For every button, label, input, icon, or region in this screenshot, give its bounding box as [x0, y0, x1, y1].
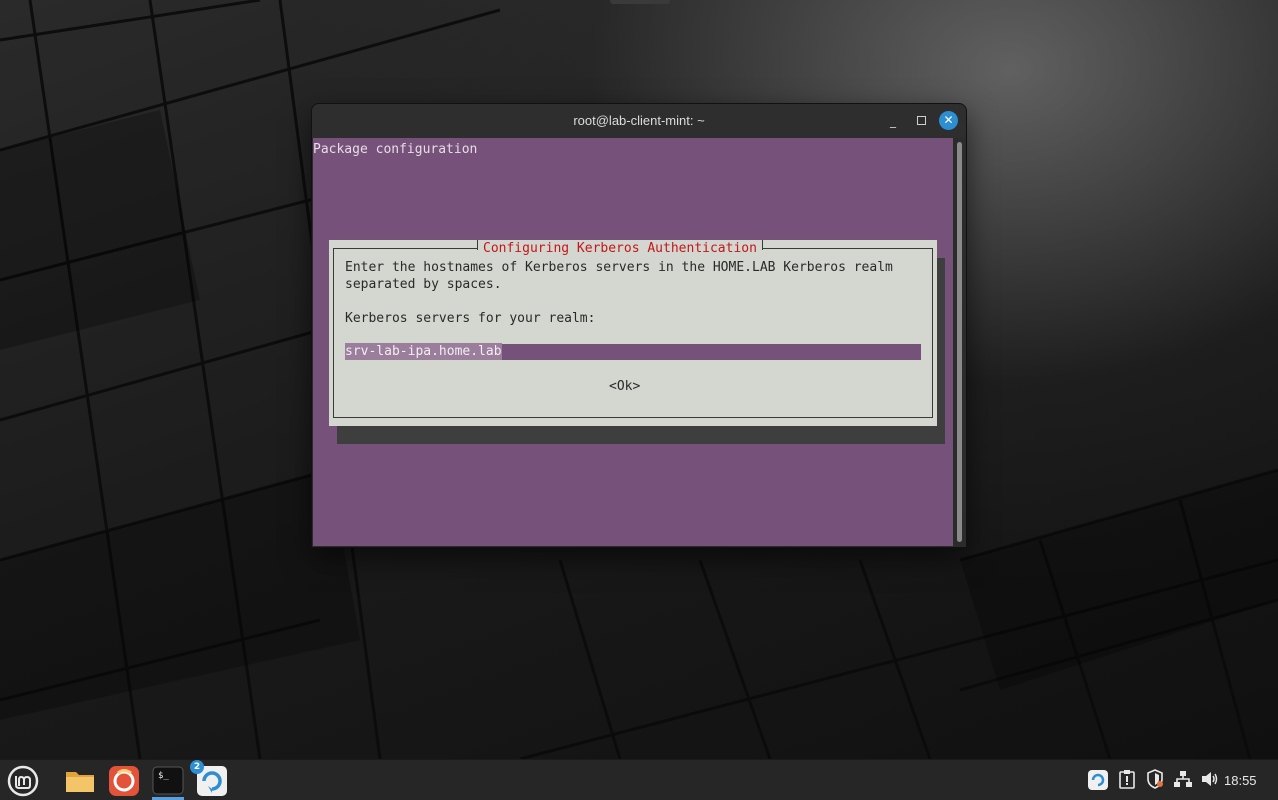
maximize-button[interactable]	[912, 112, 930, 130]
ok-button[interactable]: <Ok>	[609, 378, 640, 395]
shield-icon[interactable]	[1145, 769, 1165, 789]
dialog-prompt: Kerberos servers for your realm:	[345, 311, 596, 326]
dialog-description-line2: separated by spaces.	[345, 277, 502, 292]
volume-icon[interactable]	[1200, 769, 1220, 789]
update-count-badge: 2	[190, 760, 204, 774]
terminal-icon[interactable]: $_	[150, 764, 186, 800]
input-value[interactable]: srv-lab-ipa.home.lab	[345, 343, 502, 360]
firefox-icon[interactable]	[106, 764, 142, 797]
clock[interactable]: 18:55	[1224, 760, 1257, 800]
close-button[interactable]: ✕	[939, 111, 958, 130]
network-icon[interactable]	[1173, 769, 1193, 789]
svg-text:$_: $_	[158, 771, 169, 781]
window-titlebar[interactable]: root@lab-client-mint: ~ _ ✕	[312, 104, 966, 138]
linux-mint-menu-icon[interactable]	[5, 764, 41, 797]
folder-icon[interactable]	[62, 764, 98, 797]
kerberos-dialog: Configuring Kerberos Authentication Ente…	[329, 240, 937, 426]
update-icon[interactable]: 2	[190, 760, 230, 797]
terminal-window[interactable]: root@lab-client-mint: ~ _ ✕ Package conf…	[312, 104, 966, 547]
dialog-title: Configuring Kerberos Authentication	[477, 240, 763, 257]
terminal-scrollbar[interactable]	[953, 138, 966, 546]
window-title: root@lab-client-mint: ~	[573, 113, 705, 128]
top-panel-notch	[610, 0, 670, 4]
kerberos-servers-input[interactable]: srv-lab-ipa.home.lab	[345, 343, 921, 360]
dialog-description-line1: Enter the hostnames of Kerberos servers …	[345, 260, 893, 275]
scrollbar-thumb[interactable]	[957, 142, 962, 542]
taskbar: $_ 2 18:55	[0, 759, 1278, 800]
maximize-icon	[916, 116, 926, 125]
terminal-content[interactable]: Package configuration Configuring Kerber…	[313, 138, 953, 546]
package-config-header: Package configuration	[313, 142, 478, 157]
minimize-button[interactable]: _	[884, 112, 902, 130]
clipboard-icon[interactable]	[1117, 769, 1137, 789]
update-tray-icon[interactable]	[1087, 769, 1108, 790]
